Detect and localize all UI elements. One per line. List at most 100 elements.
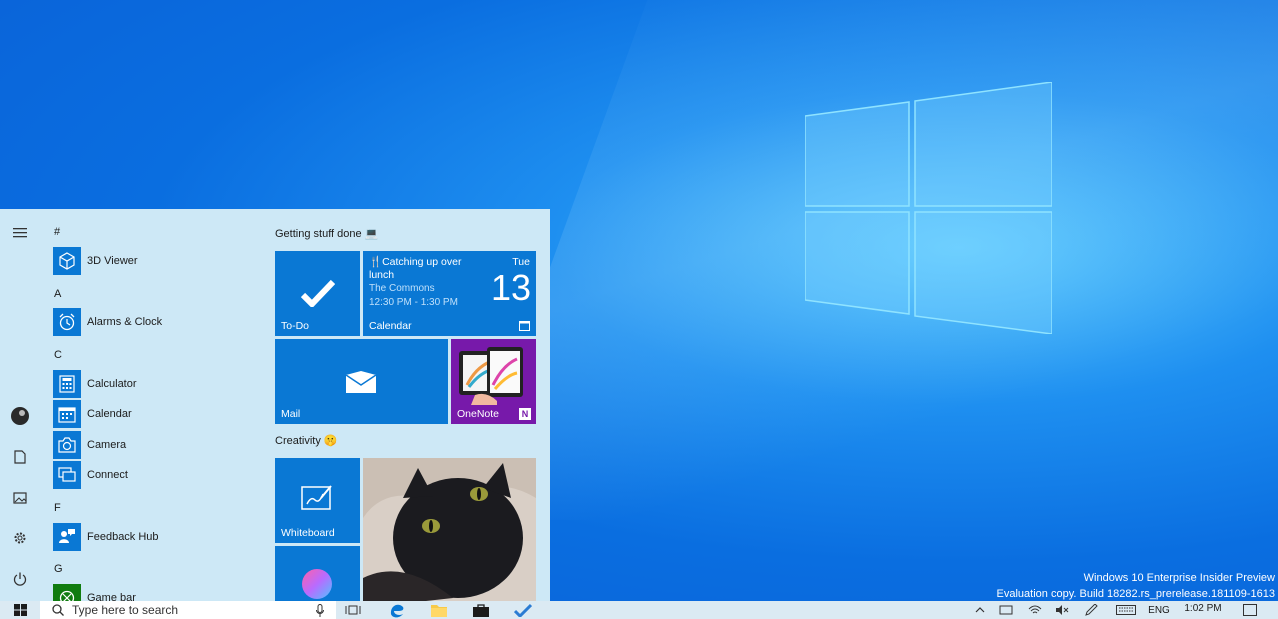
tile-onenote[interactable]: OneNote N <box>451 339 536 424</box>
cube-icon <box>53 247 81 275</box>
tile-label: Whiteboard <box>281 527 335 539</box>
pictures-icon[interactable] <box>10 488 30 508</box>
search-placeholder: Type here to search <box>72 603 179 617</box>
app-connect[interactable]: Connect <box>53 461 253 489</box>
app-calculator[interactable]: Calculator <box>53 370 253 398</box>
settings-icon[interactable] <box>10 528 30 548</box>
notifications-icon <box>1243 604 1257 616</box>
group-title-getting-stuff-done[interactable]: Getting stuff done 💻 <box>275 227 378 240</box>
letter-header[interactable]: G <box>54 563 63 575</box>
camera-icon <box>53 431 81 459</box>
tray-device-icon[interactable] <box>996 601 1016 619</box>
microphone-icon[interactable] <box>316 603 324 617</box>
taskbar-store[interactable] <box>468 601 494 619</box>
chevron-up-icon <box>975 607 985 613</box>
power-icon[interactable] <box>10 569 30 589</box>
watermark-build: Evaluation copy. Build 18282.rs_prerelea… <box>996 588 1275 600</box>
keyboard-icon <box>1116 605 1136 615</box>
watermark-edition: Windows 10 Enterprise Insider Preview <box>1083 572 1275 584</box>
tile-label: Calendar <box>369 320 412 332</box>
tile-calendar[interactable]: 🍴Catching up over lunch The Commons 12:3… <box>363 251 536 336</box>
taskbar-todo[interactable] <box>510 601 536 619</box>
tray-touch-keyboard[interactable] <box>1112 601 1140 619</box>
edge-icon <box>390 604 404 618</box>
tile-whiteboard[interactable]: Whiteboard <box>275 458 360 543</box>
connect-icon <box>53 461 81 489</box>
onenote-logo-icon: N <box>519 408 531 420</box>
tray-language[interactable]: ENG <box>1144 601 1174 619</box>
calendar-event-time: 12:30 PM - 1:30 PM <box>369 297 458 308</box>
whiteboard-icon <box>301 485 332 510</box>
tile-label: Mail <box>281 408 301 420</box>
task-view-button[interactable] <box>340 601 366 619</box>
clock-time: 1:02 PM <box>1184 603 1222 614</box>
app-label: Calculator <box>87 378 137 390</box>
calendar-event-location: The Commons <box>369 283 435 294</box>
app-feedback-hub[interactable]: Feedback Hub <box>53 523 253 551</box>
windows-logo <box>805 82 1052 334</box>
tile-photos-cat[interactable] <box>363 458 536 601</box>
app-list: # 3D Viewer A Alarms & Clock C Calculato… <box>40 209 260 601</box>
search-icon <box>52 604 64 616</box>
onenote-promo-image <box>459 347 523 405</box>
hamburger-menu-icon[interactable] <box>10 223 30 243</box>
calculator-icon <box>53 370 81 398</box>
app-label: Camera <box>87 439 127 451</box>
language-indicator: ENG <box>1148 604 1170 616</box>
tray-network[interactable] <box>1024 601 1046 619</box>
letter-header[interactable]: C <box>54 349 62 361</box>
pen-workspace-icon <box>1085 604 1098 616</box>
action-center-button[interactable] <box>1238 601 1262 619</box>
app-label: Calendar <box>87 408 132 420</box>
show-hidden-icons-button[interactable] <box>972 601 988 619</box>
task-view-icon <box>345 605 361 615</box>
start-rail <box>0 209 40 601</box>
calendar-icon <box>53 400 81 428</box>
alarm-clock-icon <box>53 308 81 336</box>
tile-label: To-Do <box>281 320 310 332</box>
calendar-day-number: 13 <box>490 267 531 308</box>
app-label: Alarms & Clock <box>87 316 163 328</box>
taskbar-file-explorer[interactable] <box>426 601 452 619</box>
start-button[interactable] <box>0 601 40 619</box>
tray-volume[interactable] <box>1052 601 1072 619</box>
app-camera[interactable]: Camera <box>53 431 253 459</box>
letter-header[interactable]: # <box>54 226 60 238</box>
xbox-icon <box>53 584 81 601</box>
mail-icon <box>346 371 376 393</box>
tray-clock[interactable]: 1:02 PM <box>1178 601 1228 619</box>
tile-mail[interactable]: Mail <box>275 339 448 424</box>
checkmark-icon <box>514 603 532 617</box>
tile-paint-3d[interactable] <box>275 546 360 601</box>
wifi-icon <box>1028 605 1042 614</box>
paint-drop-icon <box>302 569 332 599</box>
document-icon[interactable] <box>10 447 30 467</box>
app-label: 3D Viewer <box>87 255 138 267</box>
windows-start-icon <box>13 604 27 616</box>
taskbar: Type here to search ENG 1:02 PM <box>0 601 1278 619</box>
letter-header[interactable]: A <box>54 288 61 300</box>
app-alarms-clock[interactable]: Alarms & Clock <box>53 308 253 336</box>
app-calendar[interactable]: Calendar <box>53 400 253 428</box>
tile-area: Getting stuff done 💻 To-Do 🍴Catching up … <box>275 209 545 601</box>
store-bag-icon <box>473 604 489 617</box>
letter-header[interactable]: F <box>54 502 61 514</box>
build-watermark: Windows 10 Enterprise Insider Preview Ev… <box>997 570 1275 601</box>
start-menu: # 3D Viewer A Alarms & Clock C Calculato… <box>0 209 550 601</box>
feedback-icon <box>53 523 81 551</box>
cat-photo <box>363 458 536 601</box>
app-3d-viewer[interactable]: 3D Viewer <box>53 247 253 275</box>
app-label: Feedback Hub <box>87 531 159 543</box>
calendar-event-title: 🍴Catching up over lunch <box>369 256 462 281</box>
group-title-creativity[interactable]: Creativity 🤫 <box>275 434 338 447</box>
avatar[interactable] <box>10 406 30 426</box>
taskbar-search-box[interactable]: Type here to search <box>40 601 336 619</box>
device-icon <box>999 605 1013 615</box>
checkmark-icon <box>301 279 335 307</box>
tray-pen[interactable] <box>1080 601 1102 619</box>
app-label: Game bar <box>87 592 136 601</box>
taskbar-edge[interactable] <box>384 601 410 619</box>
app-game-bar[interactable]: Game bar <box>53 584 253 601</box>
tile-todo[interactable]: To-Do <box>275 251 360 336</box>
calendar-icon <box>519 321 530 331</box>
